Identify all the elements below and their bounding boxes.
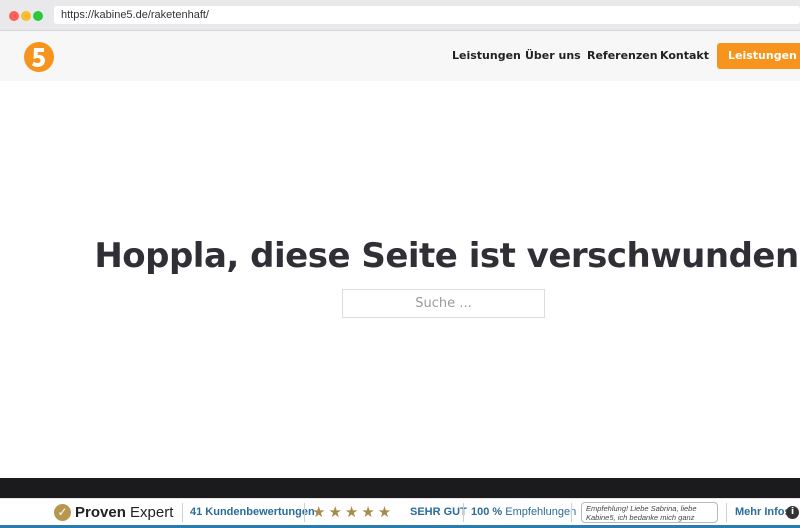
nav-item-kontakt[interactable]: Kontakt	[660, 49, 709, 62]
rating-stars-icon: ★★★★★	[312, 504, 395, 521]
rating-grade: SEHR GUT	[410, 506, 467, 518]
minimize-window-button[interactable]	[21, 11, 31, 21]
check-badge-icon: ✓	[54, 504, 71, 521]
review-quote[interactable]: Empfehlung! Liebe Sabrina, liebe Kabine5…	[581, 502, 718, 523]
site-header: Leistungen Über uns Referenzen Kontakt L…	[0, 31, 800, 81]
footer-band	[0, 478, 800, 498]
info-icon[interactable]: i	[786, 506, 799, 519]
more-info-link[interactable]: Mehr Infos	[735, 499, 791, 526]
proven-expert-logo: Proven Expert	[75, 504, 174, 521]
divider	[463, 503, 464, 522]
divider	[726, 503, 727, 522]
divider	[182, 503, 183, 522]
search-input[interactable]	[342, 289, 545, 318]
kabine5-logo-icon[interactable]	[23, 41, 55, 73]
nav-item-referenzen[interactable]: Referenzen	[587, 49, 658, 62]
maximize-window-button[interactable]	[33, 11, 43, 21]
proven-expert-bar[interactable]: ✓ Proven Expert 41 Kundenbewertungen ★★★…	[0, 498, 800, 528]
recommendations-text: 100 % Empfehlungen	[471, 506, 577, 518]
nav-item-ueber-uns[interactable]: Über uns	[525, 49, 581, 62]
page-title: Hoppla, diese Seite ist verschwunden	[94, 236, 799, 276]
address-bar[interactable]: https://kabine5.de/raketenhaft/	[54, 6, 800, 24]
cta-button[interactable]: Leistungen entdecken	[717, 43, 800, 69]
reviews-link[interactable]: 41 Kundenbewertungen	[190, 499, 315, 526]
close-window-button[interactable]	[9, 11, 19, 21]
browser-toolbar: https://kabine5.de/raketenhaft/	[0, 0, 800, 31]
divider	[304, 503, 305, 522]
divider	[571, 503, 572, 522]
nav-item-leistungen[interactable]: Leistungen	[452, 49, 521, 62]
